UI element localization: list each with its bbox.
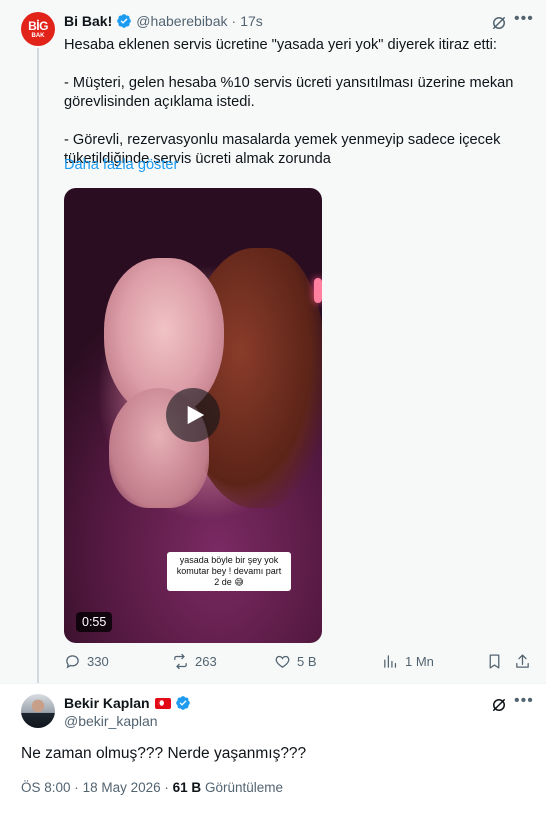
quoted-post-text: Hesaba eklenen servis ücretine "yasada y…: [64, 36, 534, 169]
video-player[interactable]: yasada böyle bir şey yok komutar bey ! d…: [64, 188, 322, 643]
post-actions: 330 263 5 B 1 Mn: [64, 653, 536, 673]
turkey-flag-icon: [154, 697, 171, 709]
bookmark-button[interactable]: [486, 653, 509, 670]
views-button[interactable]: 1 Mn: [382, 653, 434, 670]
post-meta: ÖS 8:00 · 18 May 2026 · 61 B Görüntüleme: [21, 780, 283, 795]
avatar[interactable]: [21, 694, 55, 728]
avatar[interactable]: BİG BAK: [21, 12, 55, 46]
views-count: 61 B: [172, 780, 202, 795]
reply-button[interactable]: 330: [64, 653, 109, 670]
thread-connector-line: [37, 48, 39, 683]
author-name[interactable]: Bi Bak!: [64, 13, 112, 29]
more-icon[interactable]: •••: [514, 11, 533, 30]
more-icon[interactable]: •••: [514, 693, 533, 712]
reply-post-text: Ne zaman olmuş??? Nerde yaşanmış???: [21, 745, 307, 762]
like-count: 5 B: [297, 654, 317, 669]
video-caption: yasada böyle bir şey yok komutar bey ! d…: [167, 552, 291, 591]
grok-icon[interactable]: [490, 14, 508, 32]
play-button[interactable]: [166, 388, 220, 442]
verified-badge-icon: [117, 14, 132, 28]
separator-dot: ·: [231, 13, 237, 29]
like-button[interactable]: 5 B: [274, 653, 317, 670]
post-text-line: Hesaba eklenen servis ücretine "yasada y…: [64, 37, 497, 53]
play-icon: [187, 405, 205, 425]
author-handle[interactable]: @haberebibak: [136, 13, 227, 29]
author-handle[interactable]: @bekir_kaplan: [64, 713, 158, 729]
post-date[interactable]: 18 May 2026: [83, 780, 161, 795]
repost-icon: [174, 653, 187, 670]
reply-count: 330: [87, 654, 109, 669]
like-icon: [275, 655, 290, 668]
share-button[interactable]: [514, 653, 537, 670]
post-text-line: - Müşteri, gelen hesaba %10 servis ücret…: [64, 75, 514, 110]
views-label: Görüntüleme: [204, 780, 283, 795]
quoted-post-header: Bi Bak! @haberebibak · 17s: [64, 13, 263, 29]
avatar-logo-text-bottom: BAK: [31, 32, 45, 39]
separator-dot: ·: [164, 780, 169, 795]
post-time[interactable]: 17s: [240, 13, 263, 29]
repost-button[interactable]: 263: [172, 653, 217, 670]
separator-dot: ·: [74, 780, 79, 795]
post-time[interactable]: ÖS 8:00: [21, 780, 71, 795]
repost-count: 263: [195, 654, 217, 669]
verified-badge-icon: [175, 696, 190, 710]
share-icon: [516, 654, 529, 668]
reply-icon: [66, 655, 79, 669]
views-icon: [384, 655, 397, 668]
video-frame-light: [314, 278, 322, 303]
bookmark-icon: [489, 654, 500, 669]
views-count: 1 Mn: [405, 654, 434, 669]
video-duration: 0:55: [76, 612, 113, 632]
post-divider: [0, 683, 546, 684]
grok-icon[interactable]: [490, 696, 508, 714]
author-name[interactable]: Bekir Kaplan: [64, 695, 150, 711]
avatar-logo-text-top: BİG: [28, 18, 48, 33]
show-more-link[interactable]: Daha fazla göster: [64, 157, 178, 173]
reply-post-header: Bekir Kaplan: [64, 695, 195, 711]
